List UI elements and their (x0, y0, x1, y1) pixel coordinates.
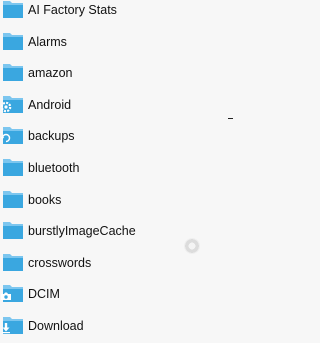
loading-indicator (184, 238, 200, 254)
folder-name: books (28, 192, 62, 207)
cursor-mark (228, 118, 233, 119)
folder-name: DCIM (28, 287, 60, 302)
download-icon (0, 322, 12, 334)
list-item[interactable]: DCIM (0, 279, 280, 311)
list-item[interactable]: bluetooth (0, 153, 280, 185)
folder-icon (2, 62, 24, 82)
list-item[interactable]: Alarms (0, 27, 280, 59)
folder-name: Alarms (28, 34, 67, 49)
folder-name: burstlyImageCache (28, 224, 136, 239)
folder-name: Android (28, 97, 72, 112)
gear-icon (0, 101, 12, 113)
folder-name: Download (28, 318, 84, 333)
folder-name: amazon (28, 66, 73, 81)
folder-icon (2, 252, 24, 272)
list-item[interactable]: AI Factory Stats (0, 0, 280, 27)
backup-icon (0, 132, 12, 144)
list-item[interactable]: backups (0, 121, 280, 153)
folder-icon (2, 31, 24, 51)
file-list: AI Factory Stats Alarms amazon Android b… (0, 0, 280, 343)
list-item[interactable]: Download (0, 311, 280, 343)
list-item[interactable]: books (0, 185, 280, 217)
list-item[interactable]: crosswords (0, 248, 280, 280)
folder-icon (2, 189, 24, 209)
list-item[interactable]: amazon (0, 58, 280, 90)
folder-icon (2, 157, 24, 177)
folder-name: backups (28, 129, 75, 144)
folder-name: bluetooth (28, 160, 80, 175)
camera-icon (0, 290, 12, 302)
folder-name: crosswords (28, 255, 92, 270)
folder-name: AI Factory Stats (28, 3, 117, 17)
folder-icon (2, 0, 24, 19)
list-item[interactable]: burstlyImageCache (0, 216, 280, 248)
list-item[interactable]: Android (0, 90, 280, 122)
folder-icon (2, 220, 24, 240)
